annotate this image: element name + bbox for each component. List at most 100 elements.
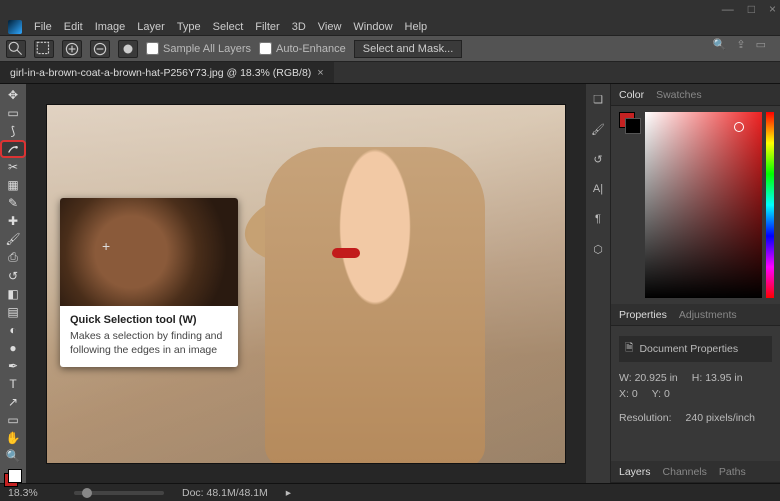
x-label: X: xyxy=(619,388,629,400)
history-brush-tool-icon[interactable]: ↺ xyxy=(2,269,24,283)
properties-panel: 🗎 Document Properties W: 20.925 in H: 13… xyxy=(611,326,780,432)
maximize-button[interactable]: □ xyxy=(748,2,755,16)
height-value[interactable]: 13.95 in xyxy=(705,372,742,384)
menu-file[interactable]: File xyxy=(34,21,52,33)
tooltip-description: Makes a selection by finding and followi… xyxy=(70,330,228,357)
workspace-icon[interactable]: ▭ xyxy=(756,38,766,51)
x-value[interactable]: 0 xyxy=(632,388,638,400)
menu-select[interactable]: Select xyxy=(213,21,244,33)
right-dock: ❏ 🖌 ↺ A| ¶ ⬡ xyxy=(586,84,610,483)
properties-tab[interactable]: Properties xyxy=(619,309,667,321)
document-tabbar: girl-in-a-brown-coat-a-brown-hat-P256Y73… xyxy=(0,62,780,84)
color-swatch[interactable] xyxy=(4,473,22,483)
select-and-mask-button[interactable]: Select and Mask... xyxy=(354,40,463,58)
document-tab[interactable]: girl-in-a-brown-coat-a-brown-hat-P256Y73… xyxy=(0,62,334,83)
paragraph-panel-icon[interactable]: ¶ xyxy=(589,210,607,228)
eyedropper-tool-icon[interactable]: ✎ xyxy=(2,196,24,210)
lasso-tool-icon[interactable]: ⟆ xyxy=(2,124,24,138)
learn-panel-icon[interactable]: ❏ xyxy=(589,90,607,108)
brushes-panel-icon[interactable]: 🖌 xyxy=(589,120,607,138)
color-panel[interactable] xyxy=(611,106,780,304)
history-panel-icon[interactable]: ↺ xyxy=(589,150,607,168)
color-field[interactable] xyxy=(645,112,762,298)
menu-window[interactable]: Window xyxy=(353,21,392,33)
document-icon: 🗎 xyxy=(625,340,633,358)
menu-help[interactable]: Help xyxy=(405,21,428,33)
zoom-level[interactable]: 18.3% xyxy=(8,487,56,499)
gradient-tool-icon[interactable]: ▤ xyxy=(2,305,24,319)
quick-selection-tool-icon[interactable] xyxy=(2,142,24,156)
3d-panel-icon[interactable]: ⬡ xyxy=(589,240,607,258)
new-selection-icon[interactable] xyxy=(34,40,54,58)
brush-tool-icon[interactable]: 🖌 xyxy=(2,232,24,246)
sample-all-checkbox[interactable]: Sample All Layers xyxy=(146,42,251,55)
width-label: W: xyxy=(619,372,632,384)
y-value[interactable]: 0 xyxy=(664,388,670,400)
sample-all-input[interactable] xyxy=(146,42,159,55)
add-selection-icon[interactable] xyxy=(62,40,82,58)
auto-enhance-checkbox[interactable]: Auto-Enhance xyxy=(259,42,346,55)
menu-3d[interactable]: 3D xyxy=(292,21,306,33)
menu-edit[interactable]: Edit xyxy=(64,21,83,33)
menu-layer[interactable]: Layer xyxy=(137,21,165,33)
document-tab-label: girl-in-a-brown-coat-a-brown-hat-P256Y73… xyxy=(10,67,311,79)
options-bar: Sample All Layers Auto-Enhance Select an… xyxy=(0,36,780,62)
header-icons: 🔍 ⇪ ▭ xyxy=(713,38,766,51)
document-size: Doc: 48.1M/48.1M xyxy=(182,487,268,499)
zoom-tool-icon[interactable]: 🔍 xyxy=(2,449,24,463)
minimize-button[interactable]: — xyxy=(722,2,734,16)
auto-enhance-input[interactable] xyxy=(259,42,272,55)
hue-slider[interactable] xyxy=(766,112,774,298)
close-tab-icon[interactable]: × xyxy=(317,67,323,79)
search-icon[interactable]: 🔍 xyxy=(713,38,727,51)
layers-tab[interactable]: Layers xyxy=(619,466,651,478)
width-value[interactable]: 20.925 in xyxy=(635,372,678,384)
status-chevron-icon[interactable]: ▸ xyxy=(286,487,291,499)
marquee-tool-icon[interactable]: ▭ xyxy=(2,106,24,120)
document-properties-label: Document Properties xyxy=(639,343,738,355)
status-bar: 18.3% Doc: 48.1M/48.1M ▸ xyxy=(0,483,780,501)
color-tab[interactable]: Color xyxy=(619,89,644,101)
panels-column: Color Swatches Properties Adjustments 🗎 … xyxy=(610,84,780,483)
subtract-selection-icon[interactable] xyxy=(90,40,110,58)
tool-preset-icon[interactable] xyxy=(6,40,26,58)
properties-panel-header: Properties Adjustments xyxy=(611,304,780,326)
shape-tool-icon[interactable]: ▭ xyxy=(2,413,24,427)
menu-filter[interactable]: Filter xyxy=(255,21,279,33)
tools-panel: ✥ ▭ ⟆ ✂ ▦ ✎ ✚ 🖌 ⎙ ↺ ◧ ▤ ◐ ● ✒ T ↗ ▭ ✋ 🔍 xyxy=(0,84,26,483)
paths-tab[interactable]: Paths xyxy=(719,466,746,478)
document-properties-row: 🗎 Document Properties xyxy=(619,336,772,362)
blur-tool-icon[interactable]: ◐ xyxy=(2,323,24,337)
menubar: File Edit Image Layer Type Select Filter… xyxy=(0,18,780,36)
resolution-value[interactable]: 240 pixels/inch xyxy=(686,412,755,424)
move-tool-icon[interactable]: ✥ xyxy=(2,88,24,102)
menu-view[interactable]: View xyxy=(318,21,342,33)
dodge-tool-icon[interactable]: ● xyxy=(2,341,24,355)
path-tool-icon[interactable]: ↗ xyxy=(2,395,24,409)
foreground-background-swatch[interactable] xyxy=(619,112,641,134)
zoom-slider[interactable] xyxy=(74,491,164,495)
share-icon[interactable]: ⇪ xyxy=(736,38,745,51)
crop-tool-icon[interactable]: ✂ xyxy=(2,160,24,174)
channels-tab[interactable]: Channels xyxy=(663,466,707,478)
y-label: Y: xyxy=(652,388,661,400)
tooltip-thumbnail xyxy=(60,198,238,306)
menu-type[interactable]: Type xyxy=(177,21,201,33)
hand-tool-icon[interactable]: ✋ xyxy=(2,431,24,445)
auto-enhance-label: Auto-Enhance xyxy=(276,43,346,55)
close-window-button[interactable]: × xyxy=(769,2,776,16)
canvas-area[interactable]: Quick Selection tool (W) Makes a selecti… xyxy=(26,84,586,483)
swatches-tab[interactable]: Swatches xyxy=(656,89,702,101)
character-panel-icon[interactable]: A| xyxy=(589,180,607,198)
healing-tool-icon[interactable]: ✚ xyxy=(2,214,24,228)
adjustments-tab[interactable]: Adjustments xyxy=(679,309,737,321)
resolution-label: Resolution: xyxy=(619,412,672,424)
type-tool-icon[interactable]: T xyxy=(2,377,24,391)
frame-tool-icon[interactable]: ▦ xyxy=(2,178,24,192)
eraser-tool-icon[interactable]: ◧ xyxy=(2,287,24,301)
pen-tool-icon[interactable]: ✒ xyxy=(2,359,24,373)
menu-image[interactable]: Image xyxy=(95,21,126,33)
brush-size-icon[interactable] xyxy=(118,40,138,58)
tooltip-title: Quick Selection tool (W) xyxy=(70,314,228,326)
stamp-tool-icon[interactable]: ⎙ xyxy=(2,250,24,265)
